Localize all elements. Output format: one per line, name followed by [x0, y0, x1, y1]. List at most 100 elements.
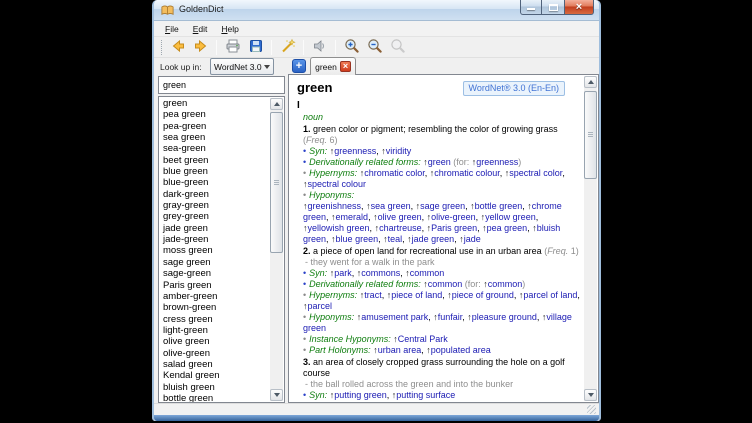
article-link[interactable]: amusement park — [361, 312, 428, 322]
maximize-button[interactable] — [542, 0, 564, 15]
zoom-reset-button[interactable] — [387, 38, 408, 57]
close-button[interactable] — [564, 0, 594, 15]
list-item[interactable]: sage green — [159, 257, 271, 268]
add-tab-button[interactable]: + — [292, 59, 306, 73]
article-link[interactable]: sage green — [420, 201, 465, 211]
article-link[interactable]: jade — [464, 234, 481, 244]
list-item[interactable]: amber-green — [159, 291, 271, 302]
list-item[interactable]: beet green — [159, 155, 271, 166]
article-link[interactable]: Paris green — [431, 223, 477, 233]
back-button[interactable] — [167, 38, 188, 57]
article-link[interactable]: chromatic colour — [434, 168, 500, 178]
list-item[interactable]: pea-green — [159, 121, 271, 132]
list-item[interactable]: Paris green — [159, 280, 271, 291]
article-link[interactable]: spectral colour — [308, 179, 367, 189]
list-item[interactable]: Kendal green — [159, 370, 271, 381]
article-scroll-thumb[interactable] — [584, 91, 597, 179]
list-item[interactable]: sage-green — [159, 268, 271, 279]
menu-help[interactable]: Help — [214, 22, 245, 36]
list-item[interactable]: moss green — [159, 245, 271, 256]
list-item[interactable]: jade green — [159, 223, 271, 234]
zoom-out-button[interactable] — [364, 38, 385, 57]
article-link[interactable]: pea green — [487, 223, 528, 233]
wordlist-scroll-thumb[interactable] — [270, 112, 283, 253]
list-item[interactable]: bluish green — [159, 382, 271, 393]
list-item[interactable]: jade-green — [159, 234, 271, 245]
article-link[interactable]: teal — [388, 234, 403, 244]
article-link[interactable]: tract — [364, 290, 382, 300]
dictionary-group-select[interactable]: WordNet 3.0 — [210, 58, 274, 75]
article-link[interactable]: putting green — [334, 390, 387, 400]
article-link[interactable]: site — [364, 401, 378, 402]
zoom-in-button[interactable] — [341, 38, 362, 57]
minimize-button[interactable] — [520, 0, 542, 15]
list-item[interactable]: salad green — [159, 359, 271, 370]
list-item[interactable]: bottle green — [159, 393, 271, 402]
print-button[interactable] — [222, 38, 243, 57]
article-link[interactable]: piece of land — [391, 290, 442, 300]
list-item[interactable]: olive-green — [159, 348, 271, 359]
list-item[interactable]: blue green — [159, 166, 271, 177]
article-link[interactable]: emerald — [336, 212, 369, 222]
toolbar-drag-handle[interactable] — [158, 40, 162, 55]
list-item[interactable]: grey-green — [159, 211, 271, 222]
article-link[interactable]: greenness — [476, 157, 518, 167]
list-item[interactable]: sea green — [159, 132, 271, 143]
article-link[interactable]: funfair — [438, 312, 463, 322]
article-link[interactable]: greenishness — [308, 201, 362, 211]
list-item[interactable]: olive green — [159, 336, 271, 347]
dictionary-badge[interactable]: WordNet® 3.0 (En-En) — [463, 81, 566, 96]
article-link[interactable]: bottle green — [475, 201, 523, 211]
article-link[interactable]: yellowish green — [308, 223, 370, 233]
article-link[interactable]: common — [410, 268, 445, 278]
article-link[interactable]: park — [334, 268, 352, 278]
search-input[interactable] — [158, 76, 285, 94]
resize-grip-icon[interactable] — [587, 405, 596, 414]
article-link[interactable]: green — [428, 157, 451, 167]
article-link[interactable]: viridity — [386, 146, 412, 156]
scroll-down-icon[interactable] — [584, 389, 597, 401]
article-scrollbar[interactable] — [584, 76, 597, 401]
list-item[interactable]: brown-green — [159, 302, 271, 313]
article-link[interactable]: yellow green — [485, 212, 536, 222]
article-link[interactable]: Central Park — [398, 334, 448, 344]
list-item[interactable]: green — [159, 98, 271, 109]
list-item[interactable]: sea-green — [159, 143, 271, 154]
article-link[interactable]: olive green — [378, 212, 422, 222]
article-link[interactable]: land site — [388, 401, 422, 402]
save-button[interactable] — [245, 38, 266, 57]
scroll-down-icon[interactable] — [270, 389, 283, 401]
scroll-up-icon[interactable] — [584, 76, 597, 88]
tab-close-icon[interactable] — [340, 61, 351, 72]
article-link[interactable]: parcel of land — [523, 290, 577, 300]
article-link[interactable]: sea green — [371, 201, 411, 211]
article-link[interactable]: urban area — [378, 345, 422, 355]
magic-wand-button[interactable] — [277, 38, 298, 57]
list-item[interactable]: pea green — [159, 109, 271, 120]
article-link[interactable]: common — [488, 279, 523, 289]
menu-edit[interactable]: Edit — [186, 22, 215, 36]
article-link[interactable]: common — [428, 279, 463, 289]
title-bar[interactable]: GoldenDict — [154, 0, 599, 21]
list-item[interactable]: blue-green — [159, 177, 271, 188]
article-link[interactable]: blue green — [336, 234, 379, 244]
article-link[interactable]: commons — [361, 268, 400, 278]
article-link[interactable]: populated area — [431, 345, 491, 355]
article-link[interactable]: pleasure ground — [472, 312, 537, 322]
article-link[interactable]: spectral color — [509, 168, 562, 178]
article-link[interactable]: parcel — [308, 301, 333, 311]
article-link[interactable]: olive-green — [431, 212, 476, 222]
forward-button[interactable] — [190, 38, 211, 57]
article-link[interactable]: jade green — [412, 234, 455, 244]
article-link[interactable]: greenness — [334, 146, 376, 156]
article-link[interactable]: piece of ground — [452, 290, 514, 300]
list-item[interactable]: cress green — [159, 314, 271, 325]
tab-green[interactable]: green — [310, 57, 356, 75]
wordlist-scrollbar[interactable] — [270, 98, 283, 401]
sound-button[interactable] — [309, 38, 330, 57]
menu-file[interactable]: File — [158, 22, 186, 36]
article-link[interactable]: chromatic color — [364, 168, 425, 178]
article-link[interactable]: putting surface — [396, 390, 455, 400]
list-item[interactable]: gray-green — [159, 200, 271, 211]
article-link[interactable]: chartreuse — [379, 223, 422, 233]
